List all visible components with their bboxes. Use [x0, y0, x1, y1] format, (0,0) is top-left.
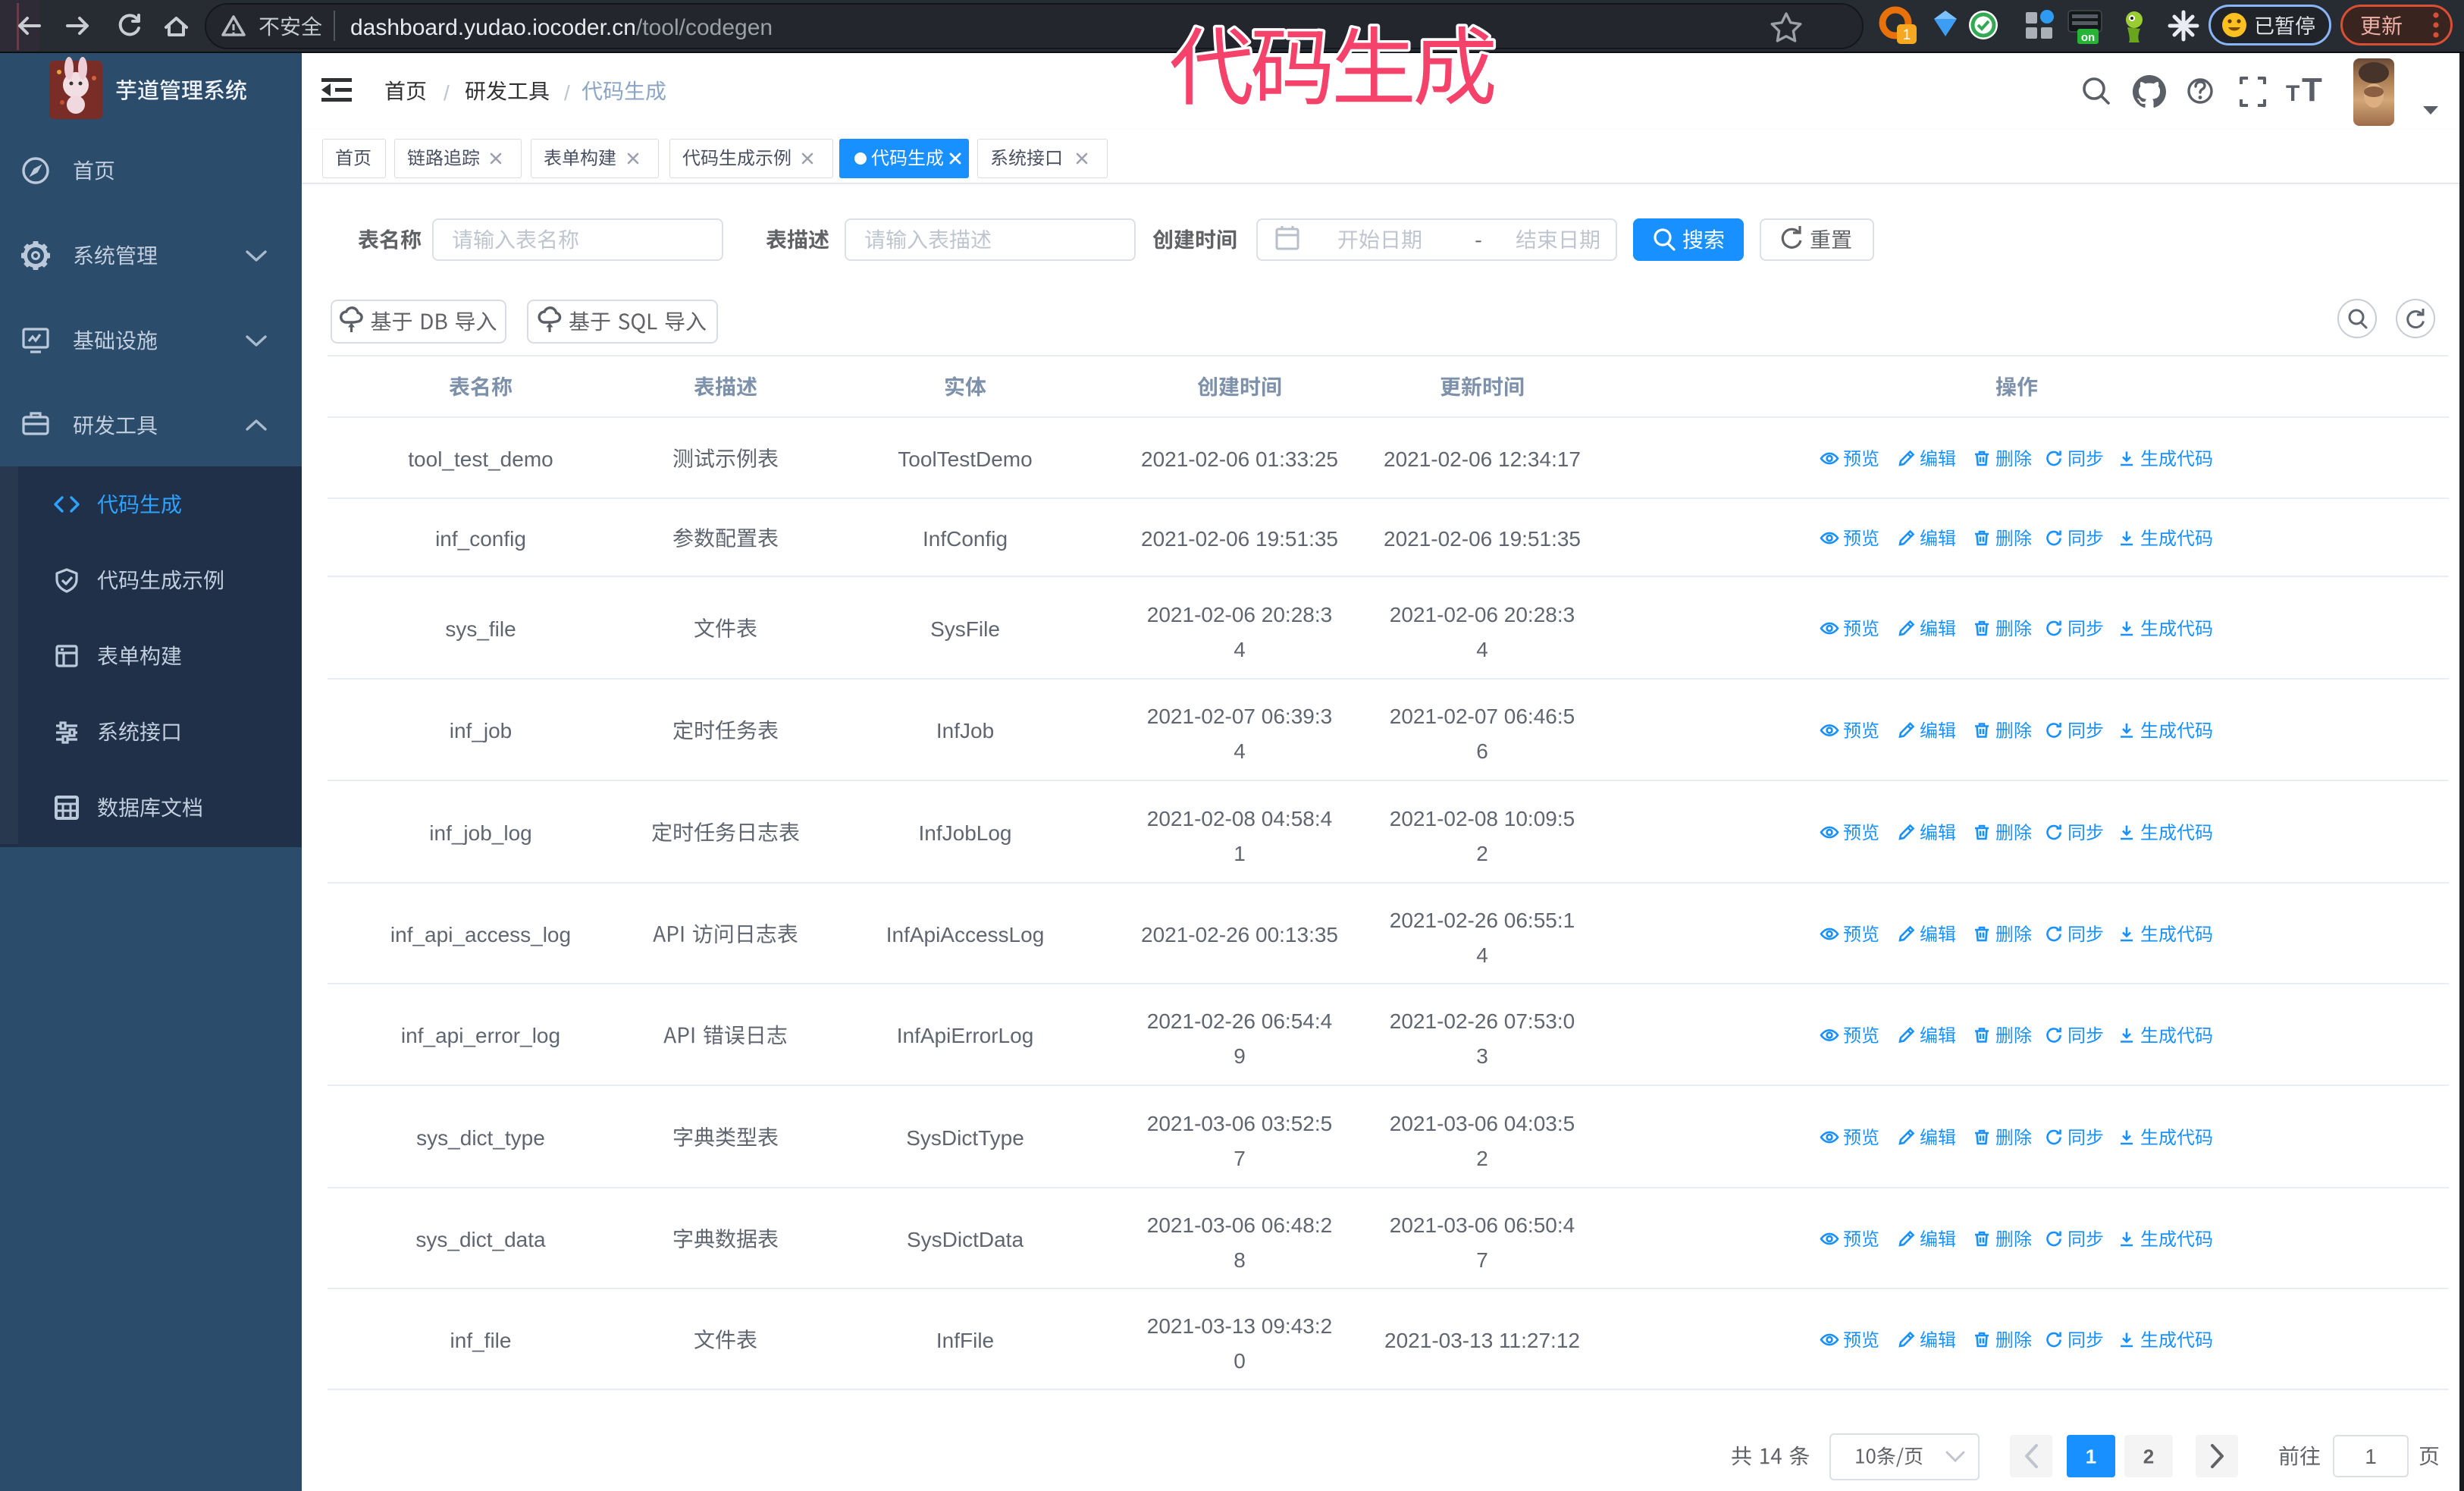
svg-text:on: on [2081, 31, 2095, 44]
svg-text:T: T [2302, 71, 2322, 108]
svg-text:T: T [2286, 81, 2299, 106]
svg-text:1: 1 [1903, 27, 1911, 43]
